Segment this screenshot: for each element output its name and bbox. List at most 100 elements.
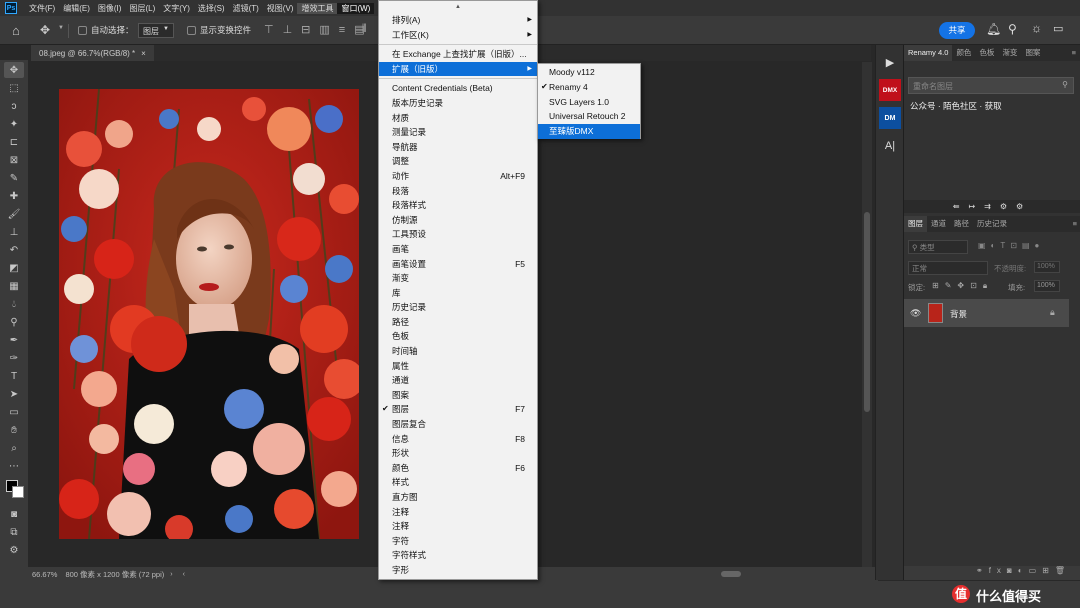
window-menu-panel-item[interactable]: ✔ 图层 F7 (379, 402, 537, 417)
dodge-tool-icon[interactable]: ⚲ (4, 314, 24, 330)
layer-row-background[interactable]: 👁︎ 背景 🔒︎ (904, 299, 1069, 327)
menu-edit[interactable]: 编辑(E) (59, 3, 94, 14)
tab-swatches[interactable]: 色板 (975, 45, 998, 61)
window-menu-panel-item[interactable]: 画笔设置 F5 (379, 257, 537, 272)
window-menu-item[interactable]: 排列(A) ▶ (379, 13, 537, 28)
more-tools-icon[interactable]: ⋯ (4, 458, 24, 474)
eraser-icon[interactable]: ◩ (4, 260, 24, 276)
move-tool-icon[interactable]: ✥ (4, 62, 24, 78)
workspace-icon[interactable]: ▭ (1053, 22, 1063, 35)
extension-item[interactable]: SVG Layers 1.0 (538, 95, 640, 110)
window-menu-item[interactable]: 工作区(K) ▶ (379, 28, 537, 43)
window-menu-panel-item[interactable]: 段落 (379, 184, 537, 199)
magic-wand-icon[interactable]: ✦ (4, 116, 24, 132)
scroll-up-icon[interactable]: ▲ (379, 1, 537, 13)
panel-menu-icon[interactable]: ≡ (1069, 216, 1080, 232)
layer-kind-filter[interactable]: ⚲ 类型 (908, 240, 968, 254)
gradient-tool-icon[interactable]: ▦ (4, 278, 24, 294)
scrollbar-thumb[interactable] (864, 212, 870, 412)
window-menu-panel-item[interactable]: 注释 (379, 505, 537, 520)
panel-menu-icon[interactable]: ≡ (1068, 45, 1080, 61)
frame-tool-icon[interactable]: ⊠ (4, 152, 24, 168)
crop-tool-icon[interactable]: ⊏ (4, 134, 24, 150)
lock-icons[interactable]: ⊞✎✥⊡🔒︎ (932, 281, 993, 291)
menu-layer[interactable]: 图层(L) (125, 3, 159, 14)
search-icon[interactable]: ⚲ (1008, 22, 1017, 36)
move-tool-icon[interactable]: ✥ (40, 23, 50, 37)
extension-item[interactable]: Moody v112 (538, 65, 640, 80)
hand-tool-icon[interactable]: ✋︎ (4, 422, 24, 438)
dmx-icon[interactable]: DMX (879, 79, 901, 101)
extension-item[interactable]: 至臻版DMX (538, 124, 640, 139)
tab-layers[interactable]: 图层 (904, 216, 927, 232)
extension-item[interactable]: Universal Retouch 2 (538, 109, 640, 124)
tab-patterns[interactable]: 图案 (1021, 45, 1044, 61)
window-menu-panel-item[interactable]: 调整 (379, 154, 537, 169)
layer-name[interactable]: 背景 (950, 308, 967, 320)
window-menu-panel-item[interactable]: 库 (379, 286, 537, 301)
menu-view[interactable]: 视图(V) (263, 3, 298, 14)
renamy-action-icons[interactable]: ⇚↦⇉⚙⚙ (904, 200, 1080, 213)
background-color-icon[interactable] (12, 486, 24, 498)
lightbulb-icon[interactable]: ☼ (1031, 21, 1042, 35)
layer-select-dropdown[interactable]: 图层 ▼ (138, 23, 174, 38)
window-menu-panel-item[interactable]: 渐变 (379, 271, 537, 286)
window-menu-panel-item[interactable]: 仿制源 (379, 213, 537, 228)
eye-icon[interactable]: 👁︎ (910, 308, 921, 319)
fill-input[interactable]: 100% (1034, 280, 1060, 292)
layer-footer-icons[interactable]: ⚭fx◙◐▭⊞🗑︎ (904, 566, 1080, 580)
window-menu-panel-item[interactable]: 直方图 (379, 490, 537, 505)
renamy-search-input[interactable]: 重命名图层 ⚲ (908, 77, 1074, 94)
blend-mode-dropdown[interactable]: 正常 (908, 261, 988, 275)
window-menu-panel-item[interactable]: 图层复合 (379, 417, 537, 432)
bell-icon[interactable]: 🔔︎ (986, 22, 1001, 36)
tab-renamy[interactable]: Renamy 4.0 (904, 45, 953, 61)
show-transform-checkbox[interactable] (187, 26, 196, 35)
window-menu-panel-item[interactable]: 色板 (379, 329, 537, 344)
zoom-tool-icon[interactable]: ⌕ (4, 440, 24, 456)
window-menu-panel-item[interactable]: 工具预设 (379, 227, 537, 242)
window-menu-panel-item[interactable]: 路径 (379, 315, 537, 330)
auto-select-checkbox[interactable] (78, 26, 87, 35)
opacity-input[interactable]: 100% (1034, 261, 1060, 273)
marquee-tool-icon[interactable]: ⬚ (4, 80, 24, 96)
zoom-level[interactable]: 66.67% (32, 570, 57, 579)
window-menu-panel-item[interactable]: 历史记录 (379, 300, 537, 315)
stamp-tool-icon[interactable]: ⊥ (4, 224, 24, 240)
window-menu-panel-item[interactable]: 画笔 (379, 242, 537, 257)
distribute-icon[interactable]: ⫴ (362, 23, 367, 36)
dm-icon[interactable]: DM (879, 107, 901, 129)
window-menu-panel-item[interactable]: 导航器 (379, 140, 537, 155)
window-menu-panel-item[interactable]: 字符样式 (379, 548, 537, 563)
document-tab[interactable]: 08.jpeg @ 66.7%(RGB/8) * × (31, 45, 154, 61)
type-tool-icon[interactable]: T (4, 368, 24, 384)
home-icon[interactable]: ⌂ (12, 23, 20, 38)
menu-plugins[interactable]: 增效工具 (297, 2, 338, 14)
menu-image[interactable]: 图像(I) (94, 3, 126, 14)
chevron-right-icon[interactable]: › (170, 571, 172, 578)
edit-toolbar-icon[interactable]: ⚙ (4, 542, 24, 558)
path-select-icon[interactable]: ➤ (4, 386, 24, 402)
brush-tool-icon[interactable]: 🖌︎ (4, 206, 24, 222)
close-icon[interactable]: × (141, 49, 146, 58)
menu-file[interactable]: 文件(F) (25, 3, 59, 14)
rectangle-tool-icon[interactable]: ▭ (4, 404, 24, 420)
pen-tool-icon[interactable]: ✒ (4, 332, 24, 348)
menu-window[interactable]: 窗口(W) (337, 2, 375, 14)
eyedropper-icon[interactable]: ✎ (4, 170, 24, 186)
extension-item[interactable]: ✔ Renamy 4 (538, 80, 640, 95)
healing-brush-icon[interactable]: ✚ (4, 188, 24, 204)
lasso-tool-icon[interactable]: ↄ (4, 98, 24, 114)
play-icon[interactable]: ▶ (879, 51, 901, 73)
window-menu-panel-item[interactable]: 字形 (379, 563, 537, 578)
tab-history[interactable]: 历史记录 (973, 216, 1011, 232)
window-menu-ext-item[interactable]: 扩展（旧版） ▶ (379, 61, 537, 77)
window-menu-panel-item[interactable]: 通道 (379, 373, 537, 388)
window-menu-panel-item[interactable]: 段落样式 (379, 198, 537, 213)
document-image[interactable] (59, 89, 359, 539)
share-button[interactable]: 共享 (939, 22, 975, 39)
color-swatches[interactable] (4, 476, 24, 504)
quick-mask-icon[interactable]: ◙ (4, 506, 24, 522)
window-menu-panel-item[interactable]: 注释 (379, 519, 537, 534)
menu-select[interactable]: 选择(S) (194, 3, 229, 14)
